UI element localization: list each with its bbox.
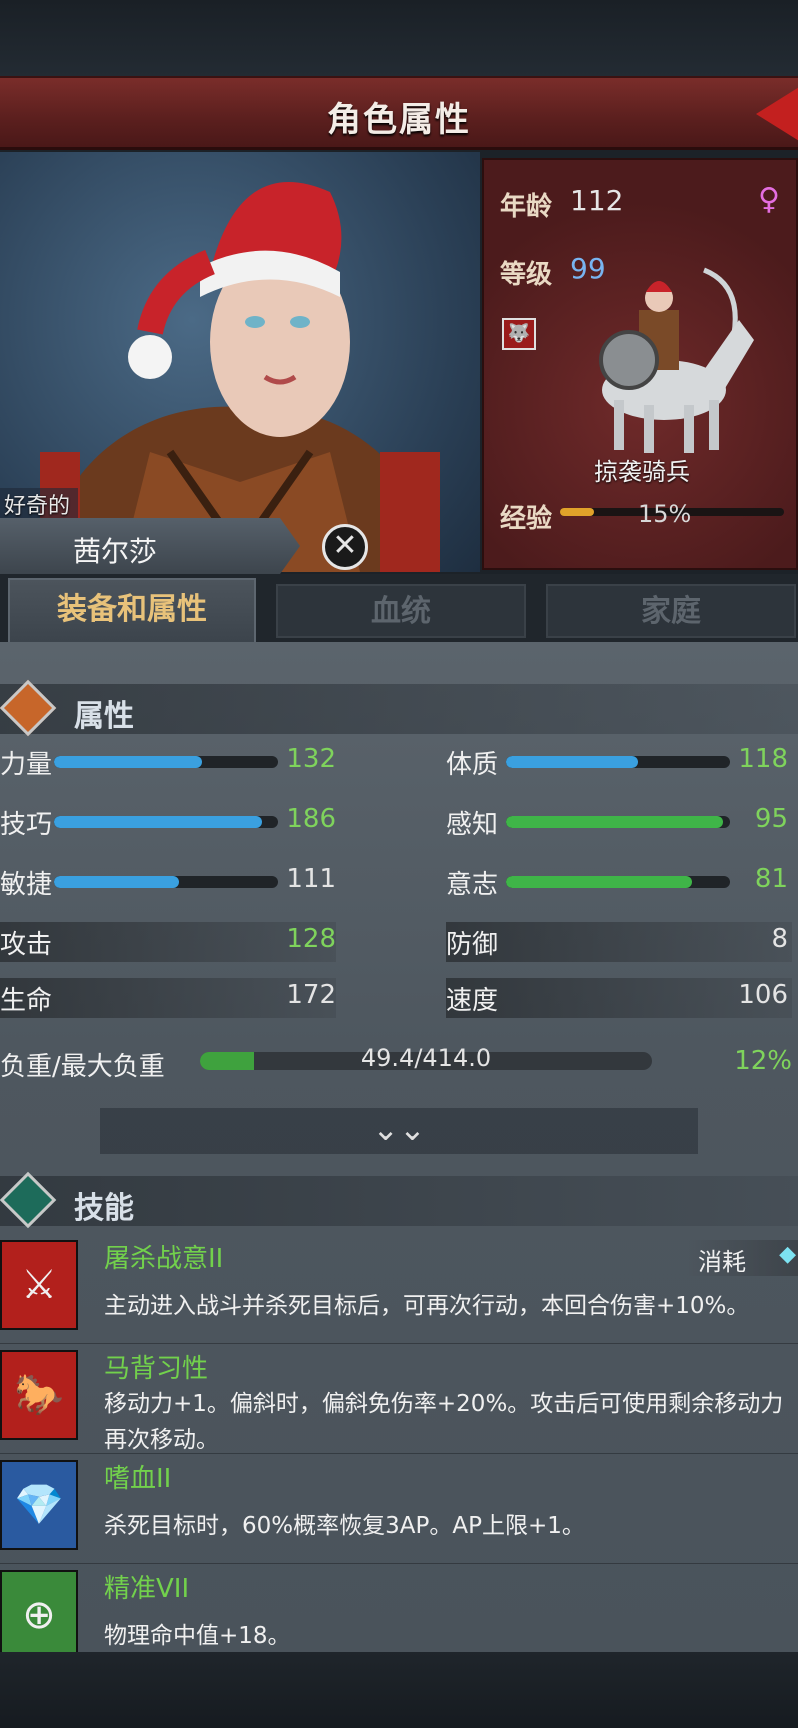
name-plate[interactable]: 茜尔莎 xyxy=(0,518,300,574)
stat-attack: 攻击 128 xyxy=(0,922,340,962)
stat-value: 95 xyxy=(754,804,788,834)
back-arrow-icon[interactable] xyxy=(756,84,798,144)
dismiss-close-icon[interactable]: ✕ xyxy=(322,524,368,570)
trait-label: 好奇的 xyxy=(0,488,79,520)
cost-label: 消耗 xyxy=(698,1248,746,1276)
unit-type-label: 掠袭骑兵 xyxy=(594,458,690,486)
skill-name: 嗜血II xyxy=(104,1464,172,1494)
stat-value: 8 xyxy=(771,924,788,954)
skill-icon: 🐎 xyxy=(0,1350,78,1440)
gem-icon: ◆ xyxy=(779,1242,796,1267)
stat-label: 技巧 xyxy=(0,810,53,840)
female-icon: ♀ xyxy=(758,182,780,217)
tab-bloodline[interactable]: 血统 xyxy=(276,584,526,638)
skill-icon: ⚔ xyxy=(0,1240,78,1330)
stat-row: 体质 118 xyxy=(446,742,796,782)
stat-speed: 速度 106 xyxy=(446,978,792,1018)
skill-description: 杀死目标时，60%概率恢复3AP。AP上限+1。 xyxy=(104,1513,585,1539)
stat-row: 力量 132 xyxy=(0,742,350,782)
stat-label: 感知 xyxy=(446,810,499,840)
stat-value: 128 xyxy=(286,924,336,954)
load-percent-text: 12% xyxy=(734,1046,792,1076)
title-bar: 角色属性 xyxy=(0,76,798,150)
tab-family[interactable]: 家庭 xyxy=(546,584,796,638)
stat-row: 技巧 186 xyxy=(0,802,350,842)
skill-item[interactable]: ⚔ 屠杀战意II 主动进入战斗并杀死目标后，可再次行动，本回合伤害+10%。 消耗 ◆ xyxy=(0,1236,798,1344)
skills-header: 技能 xyxy=(0,1171,798,1229)
load-percent: 12% xyxy=(720,1044,792,1084)
stat-label: 力量 xyxy=(0,750,53,780)
tab-bar: 装备和属性 血统 家庭 xyxy=(0,574,798,642)
skill-cost: 消耗 ◆ xyxy=(688,1240,798,1276)
skill-item[interactable]: 💎 嗜血II 杀死目标时，60%概率恢复3AP。AP上限+1。 xyxy=(0,1456,798,1564)
tab-equipment-attributes[interactable]: 装备和属性 xyxy=(8,578,256,642)
skills-title: 技能 xyxy=(74,1191,134,1226)
stat-label: 防御 xyxy=(446,930,499,960)
info-panel: 年龄 112 ♀ 等级 99 🐺 掠袭骑兵 经验 15% xyxy=(482,158,798,570)
stat-label: 意志 xyxy=(446,870,499,900)
age-value: 112 xyxy=(570,184,624,217)
stat-label: 生命 xyxy=(0,986,53,1016)
skill-description: 主动进入战斗并杀死目标后，可再次行动，本回合伤害+10%。 xyxy=(104,1293,750,1319)
skill-icon: 💎 xyxy=(0,1460,78,1550)
cavalry-sprite xyxy=(599,267,754,453)
expand-chevron-icon[interactable]: ⌄⌄ xyxy=(100,1108,698,1154)
stat-label: 速度 xyxy=(446,986,499,1016)
page-title: 角色属性 xyxy=(327,100,471,140)
stat-health: 生命 172 xyxy=(0,978,340,1018)
skill-icon: ⊕ xyxy=(0,1570,78,1660)
stat-label: 体质 xyxy=(446,750,499,780)
stat-bar xyxy=(506,876,730,888)
skill-name: 屠杀战意II xyxy=(104,1244,224,1274)
stat-row: 感知 95 xyxy=(446,802,796,842)
stat-value: 132 xyxy=(286,744,336,774)
attribute-icon xyxy=(0,679,57,737)
skill-description: 移动力+1。偏斜时，偏斜免伤率+20%。攻击后可使用剩余移动力再次移动。 xyxy=(104,1391,784,1453)
skill-item[interactable]: ⊕ 精准VII 物理命中值+18。 xyxy=(0,1566,798,1660)
stat-label: 攻击 xyxy=(0,930,53,960)
character-name: 茜尔莎 xyxy=(72,535,157,568)
skill-name: 精准VII xyxy=(104,1574,190,1604)
stat-value: 118 xyxy=(738,744,788,774)
load-value: 49.4/414.0 xyxy=(360,1044,492,1072)
attributes-title: 属性 xyxy=(74,699,134,734)
stat-value: 81 xyxy=(754,864,788,894)
stat-value: 186 xyxy=(286,804,336,834)
stat-bar xyxy=(506,756,730,768)
wolf-icon[interactable]: 🐺 xyxy=(502,318,536,350)
stat-value: 172 xyxy=(286,980,336,1010)
skill-name: 马背习性 xyxy=(104,1354,209,1384)
load-label: 负重/最大负重 xyxy=(0,1044,200,1084)
stat-row: 意志 81 xyxy=(446,862,796,902)
skill-description: 物理命中值+18。 xyxy=(104,1623,291,1649)
stat-row: 敏捷 111 xyxy=(0,862,350,902)
stat-bar xyxy=(54,816,278,828)
stat-label: 敏捷 xyxy=(0,870,53,900)
stat-value: 106 xyxy=(738,980,788,1010)
skill-item[interactable]: 🐎 马背习性移动力+1。偏斜时，偏斜免伤率+20%。攻击后可使用剩余移动力再次移动… xyxy=(0,1346,798,1454)
stat-defense: 防御 8 xyxy=(446,922,792,962)
bottom-band xyxy=(0,1652,798,1728)
load-label-text: 负重/最大负重 xyxy=(0,1052,165,1082)
stat-value: 111 xyxy=(286,864,336,894)
exp-percent: 15% xyxy=(638,500,692,528)
exp-label: 经验 xyxy=(500,504,553,534)
top-band xyxy=(0,0,798,76)
attributes-header: 属性 xyxy=(0,679,798,737)
stat-bar xyxy=(54,876,278,888)
stat-bar xyxy=(54,756,278,768)
stat-bar xyxy=(506,816,730,828)
level-label: 等级 xyxy=(500,260,553,290)
age-label: 年龄 xyxy=(500,192,553,222)
skill-star-icon xyxy=(0,1171,57,1229)
